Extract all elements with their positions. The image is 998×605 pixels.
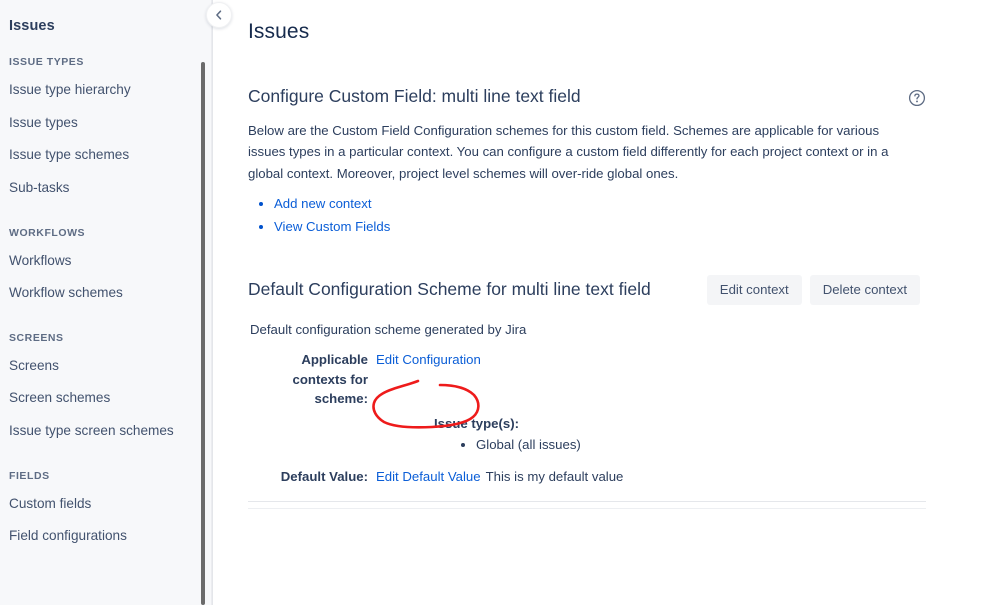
sidebar-section-header-fields: FIELDS (9, 469, 50, 482)
configure-field-title: Configure Custom Field: multi line text … (248, 86, 581, 106)
issue-types-list: Global (all issues) (434, 435, 998, 455)
sidebar-item-issue-type-schemes[interactable]: Issue type schemes (0, 139, 211, 172)
issue-types-label: Issue type(s): (434, 416, 520, 432)
applicable-contexts-row: Applicable contexts for scheme: Edit Con… (248, 350, 998, 409)
sidebar-section-screens: SCREENS Screens Screen schemes Issue typ… (0, 324, 211, 448)
issue-types-block: Issue type(s): Global (all issues) (248, 416, 998, 455)
sidebar-section-header-screens: SCREENS (9, 331, 64, 344)
configure-field-header-row: Configure Custom Field: multi line text … (248, 86, 998, 107)
sidebar-item-field-configurations[interactable]: Field configurations (0, 520, 211, 553)
sidebar-title: Issues (9, 18, 55, 34)
sidebar-section-fields: FIELDS Custom fields Field configuration… (0, 462, 211, 553)
sidebar-section-issue-types: ISSUE TYPES Issue type hierarchy Issue t… (0, 48, 211, 205)
main-content: Issues Configure Custom Field: multi lin… (212, 0, 998, 605)
scheme-header-row: Default Configuration Scheme for multi l… (248, 274, 998, 305)
sidebar-section-header-issue-types: ISSUE TYPES (9, 56, 84, 68)
help-circle-icon[interactable] (908, 89, 926, 107)
configure-field-links: Add new context View Custom Fields (248, 193, 998, 237)
list-item: View Custom Fields (274, 216, 998, 237)
default-value-value: Edit Default Value This is my default val… (376, 467, 623, 487)
divider-line-1 (248, 500, 926, 502)
scheme-title: Default Configuration Scheme for multi l… (248, 279, 651, 300)
configure-field-description: Below are the Custom Field Configuration… (248, 123, 889, 181)
sidebar-item-sub-tasks[interactable]: Sub-tasks (0, 172, 211, 205)
add-new-context-link[interactable]: Add new context (274, 196, 372, 211)
sidebar-item-screen-schemes[interactable]: Screen schemes (0, 382, 211, 415)
default-value-label: Default Value: (280, 469, 368, 485)
view-custom-fields-link[interactable]: View Custom Fields (274, 219, 390, 234)
applicable-contexts-value: Edit Configuration (376, 350, 481, 370)
default-value-row: Default Value: Edit Default Value This is… (248, 467, 998, 487)
app-window: Issues ISSUE TYPES Issue type hierarchy … (0, 0, 998, 605)
sidebar-item-screens[interactable]: Screens (0, 350, 211, 383)
sidebar-item-custom-fields[interactable]: Custom fields (0, 488, 211, 521)
edit-default-value-link[interactable]: Edit Default Value (376, 469, 481, 484)
edit-context-button[interactable]: Edit context (706, 274, 802, 305)
sidebar-item-workflow-schemes[interactable]: Workflow schemes (0, 277, 211, 310)
list-item: Global (all issues) (476, 435, 998, 455)
sidebar-scrollbar-track[interactable] (201, 0, 205, 605)
default-value-text: This is my default value (485, 469, 624, 485)
page-title: Issues (248, 20, 310, 43)
sidebar-item-issue-type-hierarchy[interactable]: Issue type hierarchy (0, 74, 211, 107)
sidebar-item-issue-type-screen-schemes[interactable]: Issue type screen schemes (0, 415, 211, 448)
sidebar-section-workflows: WORKFLOWS Workflows Workflow schemes (0, 219, 211, 310)
scheme-details: Applicable contexts for scheme: Edit Con… (248, 350, 998, 487)
divider-line-2 (248, 507, 926, 509)
sidebar-divider (212, 0, 213, 605)
delete-context-button[interactable]: Delete context (809, 274, 920, 305)
list-item: Add new context (274, 193, 998, 214)
chevron-left-icon (214, 10, 224, 20)
applicable-contexts-label: Applicable contexts for scheme: (292, 351, 368, 407)
sidebar-item-issue-types[interactable]: Issue types (0, 107, 211, 140)
sidebar-section-header-workflows: WORKFLOWS (9, 226, 86, 239)
sidebar: Issues ISSUE TYPES Issue type hierarchy … (0, 0, 212, 605)
sidebar-scrollbar-thumb[interactable] (201, 62, 205, 605)
scheme-description: Default configuration scheme generated b… (250, 321, 527, 337)
collapse-sidebar-button[interactable] (206, 2, 232, 28)
edit-configuration-link[interactable]: Edit Configuration (376, 352, 481, 367)
sidebar-item-workflows[interactable]: Workflows (0, 245, 211, 278)
